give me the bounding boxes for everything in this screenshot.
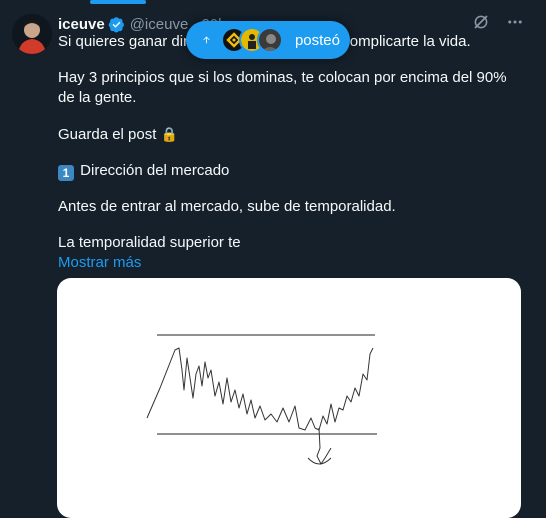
post-paragraph-3: Guarda el post 🔒 — [58, 124, 520, 145]
market-chart-sketch — [146, 334, 377, 465]
show-more-link[interactable]: Mostrar más — [58, 253, 520, 273]
verified-badge-icon — [108, 16, 124, 32]
principle-title: Dirección del mercado — [80, 162, 230, 179]
save-post-text: Guarda el post — [58, 126, 157, 143]
author-handle[interactable]: @iceuve — [130, 16, 189, 33]
post-image[interactable] — [57, 278, 521, 518]
pill-avatars — [220, 27, 283, 53]
post-line-1-left: Si quieres ganar dine — [58, 33, 200, 50]
post-paragraph-2: Hay 3 principios que si los dominas, te … — [58, 69, 507, 106]
post-paragraph-6: La temporalidad superior te — [58, 234, 241, 251]
avatar[interactable] — [12, 14, 52, 54]
post-line-1-right: e complicarte la vida. — [329, 33, 471, 50]
new-posts-pill[interactable]: posteó — [186, 21, 350, 59]
arrow-up-icon — [203, 36, 210, 44]
top-bar — [0, 0, 546, 4]
post-actions-top — [472, 13, 524, 31]
post-text: Si quieres ganar dine e complicarte la vi… — [58, 32, 520, 273]
grok-icon[interactable] — [472, 13, 490, 31]
post-paragraph-5: Antes de entrar al mercado, sube de temp… — [58, 198, 396, 215]
post-paragraph-4: 1 Dirección del mercado — [58, 161, 520, 181]
pill-avatar-3 — [256, 27, 283, 53]
avatar-image — [12, 14, 52, 54]
author-name[interactable]: iceuve — [58, 16, 105, 33]
new-posts-label: posteó — [294, 31, 340, 49]
lock-icon: 🔒 — [160, 126, 179, 142]
keycap-one-icon: 1 — [58, 165, 74, 181]
more-options-icon[interactable] — [506, 13, 524, 31]
active-tab-indicator — [90, 0, 146, 4]
